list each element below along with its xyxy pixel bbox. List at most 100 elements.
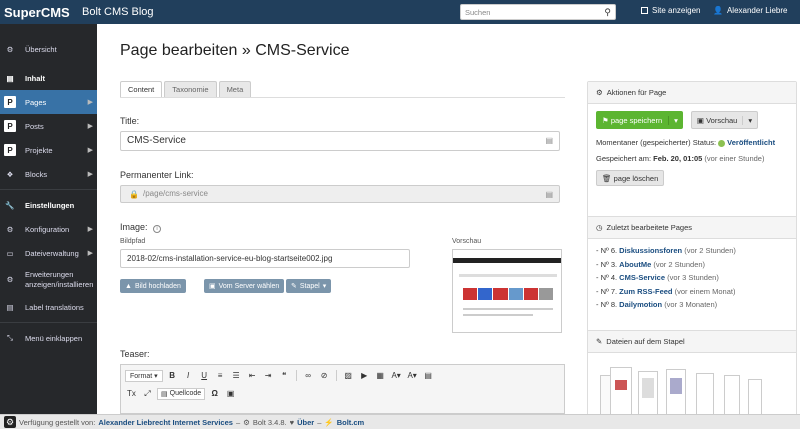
image-icon[interactable]: ▨ <box>342 369 355 382</box>
anchor-icon[interactable]: ▣ <box>224 387 237 400</box>
underline-icon[interactable]: U <box>198 369 211 382</box>
recent-link[interactable]: CMS-Service <box>619 273 665 282</box>
thumbnail[interactable] <box>610 367 632 414</box>
sidebar-item-configuration[interactable]: ⚙ Konfiguration ▶ <box>0 217 97 241</box>
bullet-list-icon[interactable]: ☰ <box>230 369 243 382</box>
italic-icon[interactable]: I <box>182 369 195 382</box>
recent-prefix: - Nº 8. <box>596 300 618 309</box>
bolt-gear-icon: ⚙ <box>243 417 250 427</box>
heart-icon: ♥ <box>289 417 295 427</box>
sidebar-item-file-management[interactable]: ▭ Dateiverwaltung ▶ <box>0 241 97 265</box>
thumbnail[interactable] <box>696 373 714 414</box>
recent-prefix: - Nº 6. <box>596 246 618 255</box>
outdent-icon[interactable]: ⇤ <box>246 369 259 382</box>
sidebar-item-collapse-menu[interactable]: ⤡ Menü einklappen <box>0 326 97 350</box>
view-site-link[interactable]: Site anzeigen <box>641 6 700 15</box>
permalink-field[interactable]: 🔒 /page/cms-service ▤ <box>120 185 560 203</box>
search-icon[interactable]: ⚲ <box>604 7 611 18</box>
recent-link[interactable]: Diskussionsforen <box>619 246 682 255</box>
remove-format-icon[interactable]: Tx <box>125 387 138 400</box>
select-from-server-button[interactable]: ▣ Vom Server wählen <box>204 279 285 293</box>
sidebar-item-blocks[interactable]: ❖ Blocks ▶ <box>0 162 97 186</box>
image-path-field[interactable]: 2018-02/cms-installation-service-eu-blog… <box>120 249 410 268</box>
recent-prefix: - Nº 7. <box>596 286 618 296</box>
cogs-icon: ⚙ <box>6 224 14 234</box>
ordered-list-icon[interactable]: ≡ <box>214 369 227 382</box>
save-caret-icon[interactable]: ▾ <box>668 115 683 125</box>
table-icon[interactable]: ▦ <box>374 369 387 382</box>
thumbnail[interactable] <box>638 371 658 414</box>
sidebar-divider <box>0 322 97 323</box>
sidebar-item-settings[interactable]: 🔧 Einstellungen <box>0 193 97 217</box>
site-name[interactable]: Bolt CMS Blog <box>82 6 154 18</box>
view-site-label: Site anzeigen <box>652 6 701 15</box>
actions-panel-body: ⚑ page speichern ▾ ▣ Vorschau ▾ Momentan… <box>588 104 796 192</box>
link-icon[interactable]: ∞ <box>302 369 315 382</box>
sidebar-item-pages[interactable]: P Pages ▶ <box>0 90 97 114</box>
omega-icon[interactable]: Ω <box>208 387 221 400</box>
link-icon: ▤ <box>545 190 553 199</box>
paperclip-icon: ✎ <box>596 337 603 346</box>
save-page-button[interactable]: ⚑ page speichern ▾ <box>596 111 683 129</box>
footer-boltcm-link[interactable]: Bolt.cm <box>337 418 365 427</box>
main-content: Page bearbeiten » CMS-Service Content Ta… <box>97 24 800 414</box>
sidebar-item-projects[interactable]: P Projekte ▶ <box>0 138 97 162</box>
list-item: - Nº 6. Diskussionsforen (vor 2 Stunden) <box>596 244 788 258</box>
maximize-icon[interactable]: ⤢ <box>141 387 154 400</box>
tab-content[interactable]: Content <box>120 81 163 98</box>
info-icon[interactable]: i <box>153 225 162 233</box>
lock-icon[interactable]: 🔒 <box>129 190 139 199</box>
search-placeholder: Suchen <box>465 8 491 17</box>
search-input[interactable]: Suchen ⚲ <box>460 4 616 20</box>
recent-link[interactable]: Dailymotion <box>619 300 662 309</box>
server-label: Vom Server wählen <box>218 282 280 290</box>
special-chars-icon[interactable]: ▤ <box>422 369 435 382</box>
image-preview[interactable] <box>452 249 562 333</box>
sidebar-item-overview[interactable]: ⚙ Übersicht <box>0 32 97 66</box>
footer-company-link[interactable]: Alexander Liebrecht Internet Services <box>98 418 233 427</box>
recent-link[interactable]: AboutMe <box>619 260 651 269</box>
preview-button[interactable]: ▣ Vorschau ▾ <box>690 111 759 129</box>
title-field[interactable]: CMS-Service ▤ <box>120 131 560 151</box>
sidebar-item-content[interactable]: ▤ Inhalt <box>0 66 97 90</box>
preview-caret-icon[interactable]: ▾ <box>742 115 757 125</box>
footer-about-link[interactable]: Über <box>297 418 314 427</box>
stack-button[interactable]: ✎ Stapel ▾ <box>286 279 332 293</box>
recent-ago: (vor einem Monat) <box>674 286 736 296</box>
saved-line: Gespeichert am: Feb. 20, 01:05 (vor eine… <box>596 154 788 163</box>
format-dropdown[interactable]: Format ▾ <box>125 369 163 382</box>
unlink-icon[interactable]: ⊘ <box>318 369 331 382</box>
list-item: - Nº 7. Zum RSS-Feed (vor einem Monat) <box>596 285 788 299</box>
thumbnail[interactable] <box>666 369 686 414</box>
footer-text: Verfügung gestellt von: <box>19 417 96 427</box>
indent-icon[interactable]: ⇥ <box>262 369 275 382</box>
thumbnail[interactable] <box>724 375 740 414</box>
upload-image-button[interactable]: ▲ Bild hochladen <box>120 279 186 293</box>
user-menu[interactable]: 👤 Alexander Liebre <box>713 6 787 15</box>
bold-icon[interactable]: B <box>166 369 179 382</box>
saved-ago: (vor einer Stunde) <box>704 154 765 163</box>
title-label: Title: <box>120 116 140 126</box>
toolbar-separator <box>335 370 337 381</box>
delete-page-button[interactable]: 🗑 page löschen <box>596 170 665 186</box>
background-color-icon[interactable]: A▾ <box>406 369 419 382</box>
tab-meta[interactable]: Meta <box>218 81 252 98</box>
thumbnail[interactable] <box>748 379 762 414</box>
recent-ago: (vor 3 Stunden) <box>667 273 719 282</box>
text-color-icon[interactable]: A▾ <box>390 369 403 382</box>
brand-logo[interactable]: SuperCMS <box>0 5 76 20</box>
actions-panel-header: ⚙ Aktionen für Page <box>588 82 796 104</box>
recent-link[interactable]: Zum RSS-Feed <box>619 287 672 296</box>
user-icon: 👤 <box>713 6 723 15</box>
status-prefix: Momentaner (gespeicherter) Status: <box>596 138 717 147</box>
settings-gear-icon[interactable]: ⚙ <box>4 416 16 428</box>
recent-ago: (vor 2 Stunden) <box>653 259 706 269</box>
blockquote-icon[interactable]: ❝ <box>278 369 291 382</box>
sidebar-item-posts[interactable]: P Posts ▶ <box>0 114 97 138</box>
sidebar-item-label-translations[interactable]: ▤ Label translations <box>0 295 97 319</box>
sidebar-item-extensions[interactable]: ⚙ Erweiterungen anzeigen/installieren <box>0 265 97 295</box>
source-code-button[interactable]: ▤ Quellcode <box>157 387 206 400</box>
preview-color-bar <box>463 288 554 300</box>
tab-taxonomy[interactable]: Taxonomie <box>164 81 217 98</box>
video-icon[interactable]: ▶ <box>358 369 371 382</box>
